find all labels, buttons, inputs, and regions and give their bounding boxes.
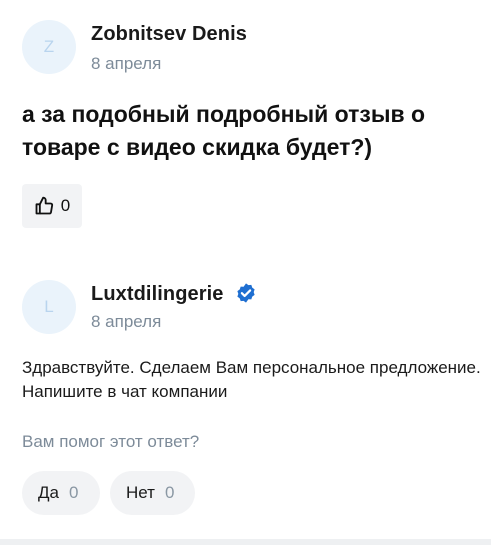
vote-no-count: 0 <box>164 483 175 502</box>
thumbs-up-icon <box>35 196 53 215</box>
reply-more-options-icon[interactable]: ⋮ <box>487 475 491 491</box>
helpful-question: Вам помог этот ответ? <box>22 432 200 451</box>
reply-author-name: Luxtdilingerie <box>91 283 224 305</box>
question-text: а за подобный подробный отзыв о товаре с… <box>22 101 426 160</box>
vote-yes-label: Да <box>38 483 59 502</box>
vote-yes-count: 0 <box>68 483 79 502</box>
reply-text: Здравствуйте. Сделаем Вам персональное п… <box>22 358 481 401</box>
section-divider <box>0 539 491 545</box>
reply-avatar-letter: L <box>44 297 54 316</box>
more-options-icon[interactable]: ⋮ <box>487 188 491 204</box>
verified-check-icon <box>237 283 255 303</box>
reply-author[interactable]: Luxtdilingerie <box>91 283 257 306</box>
vote-no-button[interactable]: Нет 0 <box>110 471 195 515</box>
reply-avatar: L <box>22 280 76 334</box>
avatar-letter: Z <box>43 37 55 56</box>
question-author[interactable]: Zobnitsev Denis <box>91 23 247 46</box>
vote-no-label: Нет <box>126 483 155 502</box>
like-count: 0 <box>60 196 71 215</box>
vote-yes-button[interactable]: Да 0 <box>22 471 100 515</box>
reply-date: 8 апреля <box>91 312 162 331</box>
like-button[interactable]: 0 <box>22 184 82 228</box>
question-date: 8 апреля <box>91 54 162 73</box>
avatar: Z <box>22 20 76 74</box>
